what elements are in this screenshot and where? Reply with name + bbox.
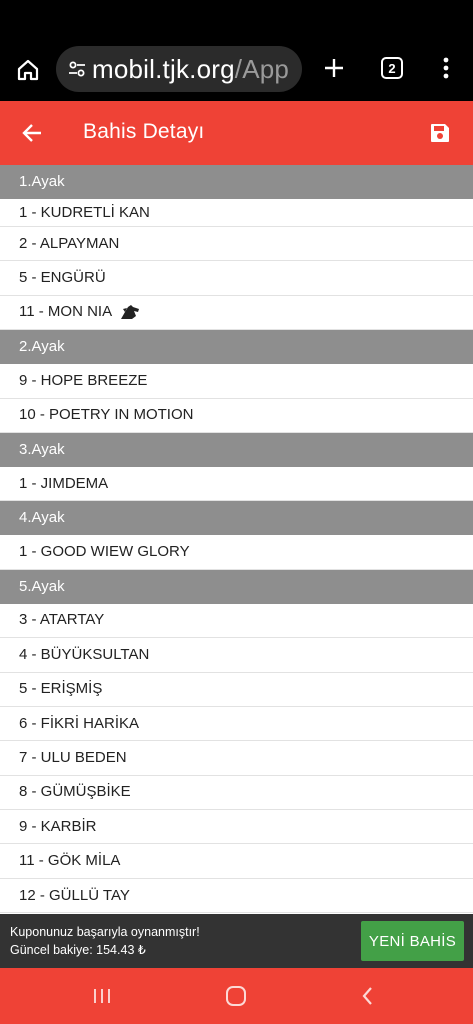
home-icon [17,59,39,81]
leg-header: 5.Ayak [0,569,473,604]
snackbar: Kuponunuz başarıyla oynanmıştır! Güncel … [0,914,473,968]
app-header: Bahis Detayı [0,101,473,165]
recents-button[interactable] [80,976,124,1016]
list-item: 5 - ERİŞMİŞ [0,672,473,707]
back-button[interactable] [12,113,52,153]
site-settings-icon[interactable] [62,59,92,79]
leg-header: 4.Ayak [0,501,473,536]
list-item: 6 - FİKRİ HARİKA [0,706,473,742]
list-item: 9 - KARBİR [0,810,473,845]
url-path: /App [234,53,290,84]
list-item: 5 - ENGÜRÜ [0,261,473,296]
plus-icon [325,59,343,77]
url-text: mobil.tjk.org/App [92,54,289,85]
home-button[interactable] [8,50,48,90]
bet-detail-list: 1.Ayak 1 - KUDRETLİ KAN 2 - ALPAYMAN 5 -… [0,165,473,914]
url-host: mobil.tjk.org [92,53,235,84]
list-item: 7 - ULU BEDEN [0,741,473,776]
leg-header: 1.Ayak [0,165,473,199]
list-item: 12 - GÜLLÜ TAY [0,878,473,914]
list-item: 11 - MON NIA [0,295,473,331]
page-title: Bahis Detayı [83,120,205,143]
list-item: 1 - GOOD WIEW GLORY [0,535,473,570]
system-back-button[interactable] [346,976,390,1016]
leg-header: 2.Ayak [0,330,473,365]
system-home-button[interactable] [214,976,258,1016]
list-item: 4 - BÜYÜKSULTAN [0,638,473,673]
browser-menu-button[interactable] [426,48,466,88]
snackbar-message: Kuponunuz başarıyla oynanmıştır! [10,925,200,939]
arrow-left-icon [22,124,41,142]
address-bar[interactable]: mobil.tjk.org/App [56,46,302,92]
leg-header: 3.Ayak [0,432,473,467]
list-item: 3 - ATARTAY [0,603,473,639]
balance-text: Güncel bakiye: 154.43 ₺ [10,943,146,957]
list-item-label: 11 - MON NIA [19,303,113,321]
kebab-menu-icon [443,57,449,79]
list-item: 1 - JIMDEMA [0,466,473,502]
save-button[interactable] [420,113,460,153]
list-item: 10 - POETRY IN MOTION [0,398,473,433]
new-bet-button[interactable]: YENİ BAHİS [361,921,464,961]
horse-head-icon [120,304,140,320]
floppy-disk-icon [431,124,449,142]
list-item: 1 - KUDRETLİ KAN [0,199,473,227]
tab-switcher-icon: 2 [381,57,403,79]
system-nav-bar [0,968,473,1024]
list-item: 8 - GÜMÜŞBİKE [0,775,473,811]
list-item: 9 - HOPE BREEZE [0,364,473,399]
browser-toolbar: mobil.tjk.org/App 2 [0,0,473,101]
list-item: 2 - ALPAYMAN [0,227,473,262]
new-tab-button[interactable] [314,48,354,88]
recents-icon [94,989,110,1003]
home-circle-icon [226,986,246,1006]
tab-switcher-button[interactable]: 2 [372,48,412,88]
chevron-left-icon [362,987,372,1005]
list-item: 11 - GÖK MİLA [0,844,473,879]
